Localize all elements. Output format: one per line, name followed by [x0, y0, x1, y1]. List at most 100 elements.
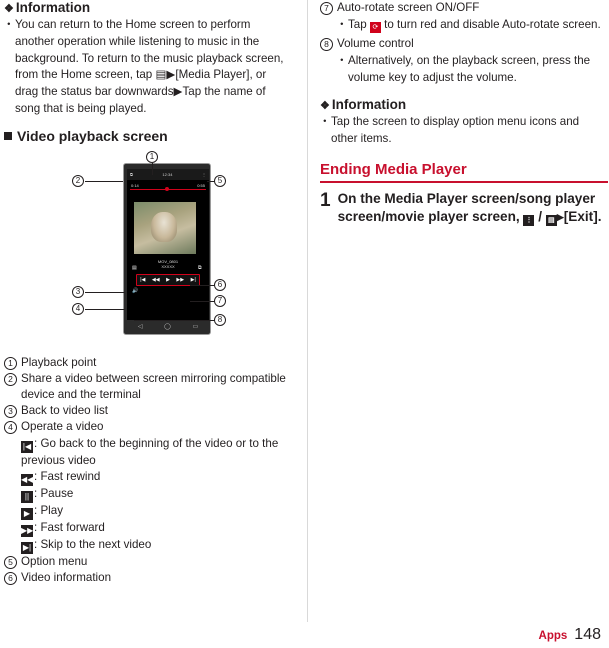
legend-item-8: 8 Volume control	[320, 36, 608, 52]
legend-number: 7	[320, 2, 333, 15]
pause-icon: ||	[21, 490, 33, 503]
heading-rule	[320, 181, 608, 184]
arrow-icon: ▶	[556, 212, 564, 223]
overflow-icon: ⋮	[202, 171, 206, 177]
overflow-menu-icon: ⋮	[523, 215, 535, 227]
left-column: ❖Information You can return to the Home …	[3, 0, 292, 586]
callout-8: 8	[214, 313, 226, 326]
legend-item: 4 Operate a video	[4, 419, 292, 435]
step-text: On the Media Player screen/song player s…	[337, 191, 602, 227]
phone-nav-keys: ◁ ◯ ▭	[127, 321, 209, 333]
legend-item: 1 Playback point	[4, 355, 292, 371]
leader-line	[207, 180, 215, 182]
legend-number: 6	[4, 572, 17, 586]
video-playback-screen-heading: Video playback screen	[4, 128, 292, 145]
ending-media-player-heading: Ending Media Player	[320, 161, 467, 179]
legend-text: Volume control	[337, 37, 414, 51]
volume-icon: 🔊	[132, 287, 139, 294]
play-icon: ▶	[166, 276, 170, 283]
cat-image	[151, 211, 177, 242]
skip-previous-icon: |◀	[140, 276, 146, 283]
video-playback-figure: ⧉ 12:34 ⋮ 0:14 0:55 MOV_0801 XXXXX ▤ ⧉ 🔊…	[4, 150, 292, 351]
legend-number: 2	[4, 372, 17, 386]
legend-number: 8	[320, 38, 333, 52]
phone-status-bar: ⧉ 12:34 ⋮	[127, 168, 209, 180]
legend-text: Video information	[21, 571, 112, 585]
elapsed-time: 0:14	[131, 183, 139, 189]
manual-page: ❖Information You can return to the Home …	[0, 0, 609, 648]
column-divider	[307, 0, 308, 622]
callout-6: 6	[214, 278, 226, 291]
list-item: Alternatively, on the playback screen, p…	[336, 53, 608, 87]
leader-line	[152, 162, 153, 175]
legend-text: Share a video between screen mirroring c…	[21, 371, 286, 402]
operate-video-detail-3: ||: Pause	[4, 486, 292, 503]
skip-previous-icon: |◀	[21, 440, 33, 453]
leader-line	[85, 180, 123, 182]
right-column: 7 Auto-rotate screen ON/OFF Tap ⟳ to tur…	[319, 0, 608, 227]
skip-next-icon: ▶|	[190, 276, 196, 283]
callout-3: 3	[72, 285, 84, 298]
volume-sub-list: Alternatively, on the playback screen, p…	[336, 53, 608, 87]
step-1: 1 On the Media Player screen/song player…	[320, 190, 608, 227]
legend-item: 6 Video information	[4, 570, 292, 586]
screen-mirroring-icon: ⧉	[198, 264, 202, 271]
list-item: You can return to the Home screen to per…	[3, 17, 292, 118]
legend-item-7: 7 Auto-rotate screen ON/OFF	[320, 0, 608, 16]
operate-video-detail-5: ▶▶: Fast forward	[21, 520, 105, 537]
menu-list-icon: ▤	[545, 215, 557, 227]
leader-line	[190, 284, 215, 286]
leader-line	[85, 308, 125, 310]
phone-illustration: ⧉ 12:34 ⋮ 0:14 0:55 MOV_0801 XXXXX ▤ ⧉ 🔊…	[123, 162, 211, 335]
legend-text: Back to video list	[21, 404, 108, 418]
video-info-label: MOV_0801 XXXXX	[157, 258, 179, 269]
left-information-list: You can return to the Home screen to per…	[3, 17, 292, 118]
skip-next-icon: ▶|	[21, 541, 33, 554]
information-heading-left: ❖ Information	[4, 0, 91, 15]
callout-5: 5	[214, 174, 226, 187]
page-footer: Apps 148	[539, 626, 601, 644]
leader-line	[85, 291, 125, 293]
nav-home-icon: ◯	[164, 324, 171, 331]
operate-video-detail-4: ▶: Play	[4, 503, 292, 520]
callout-7: 7	[214, 294, 226, 307]
legend-number: 3	[4, 405, 17, 419]
flower-icon: ❖	[4, 3, 14, 15]
footer-section-label: Apps	[538, 630, 568, 642]
step-number: 1	[320, 190, 331, 212]
square-bullet-icon	[4, 131, 12, 140]
leader-line	[134, 319, 215, 321]
auto-rotate-sub-list: Tap ⟳ to turn red and disable Auto-rotat…	[336, 17, 608, 34]
information-heading-right: ❖ Information	[320, 96, 407, 112]
back-to-list-icon: ▤	[132, 264, 137, 271]
auto-rotate-icon: ⟳	[369, 22, 381, 34]
video-thumbnail	[134, 201, 196, 254]
status-time: 12:34	[162, 171, 173, 177]
footer-page-number: 148	[574, 626, 601, 643]
leader-line	[190, 300, 215, 302]
legend-text: Option menu	[21, 554, 88, 568]
legend-number: 4	[4, 421, 17, 435]
operate-video-detail-2: ◀◀: Fast rewind	[21, 469, 101, 486]
callout-4: 4	[72, 302, 84, 315]
legend-text: Operate a video	[21, 420, 104, 434]
legend-text: Auto-rotate screen ON/OFF	[337, 1, 480, 14]
operate-video-detail-6: ▶|: Skip to the next video	[21, 537, 152, 554]
legend-item: 2 Share a video between screen mirroring…	[4, 371, 292, 403]
list-item: Tap ⟳ to turn red and disable Auto-rotat…	[336, 17, 608, 34]
legend-item: 3 Back to video list	[4, 403, 292, 419]
legend-item: 5 Option menu	[4, 554, 292, 570]
cast-icon: ⧉	[130, 171, 133, 177]
right-information-list: Tap the screen to display option menu ic…	[319, 114, 608, 148]
fast-forward-icon: ▶▶	[176, 276, 185, 283]
list-item: Tap the screen to display option menu ic…	[319, 114, 608, 148]
legend-number: 1	[4, 356, 17, 370]
legend-number: 5	[4, 555, 17, 569]
playback-point-marker	[165, 186, 169, 191]
legend-text: Playback point	[21, 355, 97, 369]
callout-1: 1	[146, 150, 158, 163]
rewind-icon: ◀◀	[151, 276, 160, 283]
total-time: 0:55	[197, 183, 205, 189]
operate-video-detail-1: |◀: Go back to the beginning of the vide…	[21, 436, 279, 467]
callout-2: 2	[72, 174, 84, 187]
